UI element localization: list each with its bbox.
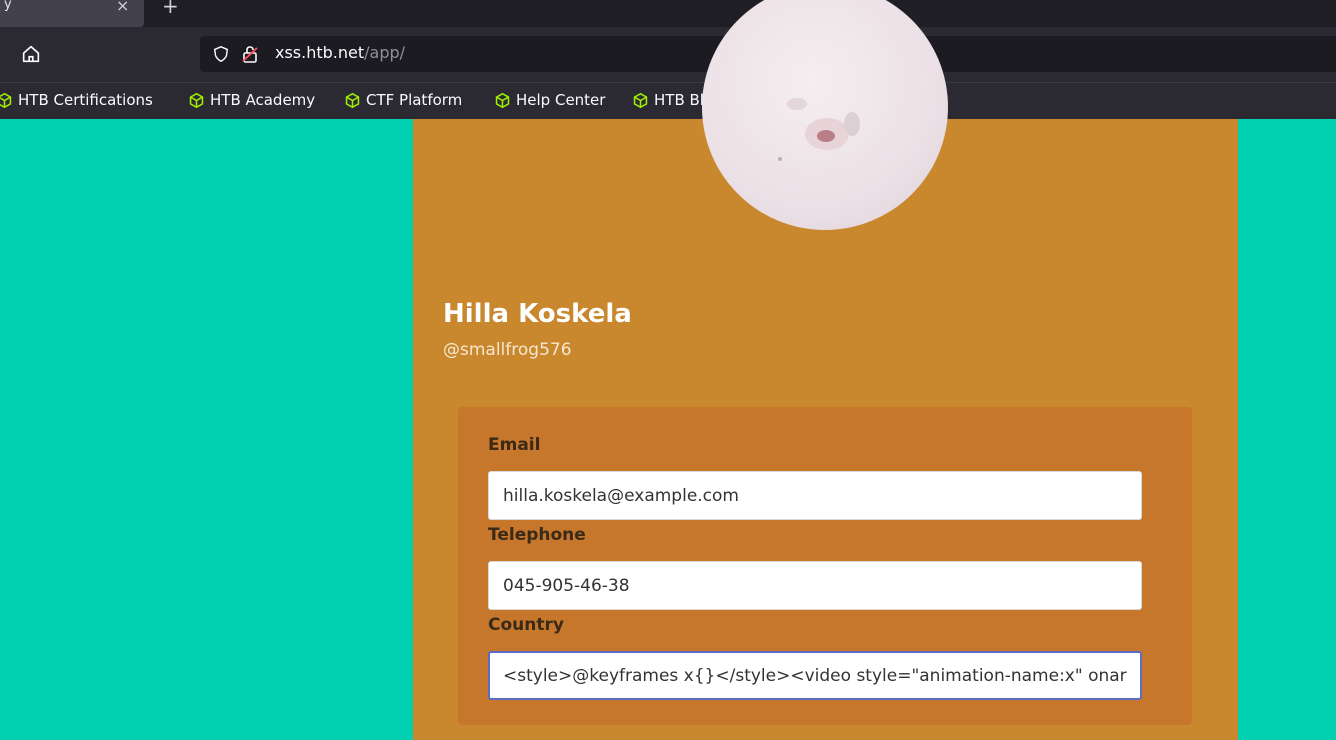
email-field[interactable] <box>488 471 1142 520</box>
bookmark-label: HTB Academy <box>210 91 316 109</box>
tab-strip: y × + <box>0 0 1336 27</box>
url-text[interactable]: xss.htb.net/app/ <box>275 43 405 62</box>
bookmarks-toolbar: HTB Certifications HTB Academy CTF Platf… <box>0 82 1336 119</box>
profile-card: Hilla Koskela @smallfrog576 Email Teleph… <box>413 0 1238 740</box>
htb-cube-icon <box>633 92 648 108</box>
bookmark-htb-academy[interactable]: HTB Academy <box>188 89 315 111</box>
home-icon[interactable] <box>20 43 42 65</box>
bookmark-label: CTF Platform <box>366 91 463 109</box>
bookmark-label: Help Center <box>516 91 606 109</box>
close-tab-icon[interactable]: × <box>116 0 129 15</box>
country-field[interactable] <box>488 651 1142 700</box>
new-tab-button[interactable]: + <box>162 0 179 18</box>
profile-name: Hilla Koskela <box>443 299 632 329</box>
country-label: Country <box>488 615 564 635</box>
url-path: /app/ <box>364 43 406 62</box>
bookmark-label: HTB Certifications <box>18 91 153 109</box>
navigation-bar: xss.htb.net/app/ <box>0 27 1336 82</box>
htb-cube-icon <box>0 92 12 108</box>
htb-cube-icon <box>345 92 360 108</box>
bookmark-ctf-platform[interactable]: CTF Platform <box>344 89 462 111</box>
telephone-field[interactable] <box>488 561 1142 610</box>
email-label: Email <box>488 435 541 455</box>
bookmark-htb-certifications[interactable]: HTB Certifications <box>0 89 153 111</box>
contact-form-panel: Email Telephone Country <box>458 407 1192 725</box>
insecure-lock-icon[interactable] <box>240 44 260 64</box>
profile-handle: @smallfrog576 <box>443 340 572 360</box>
avatar-photo <box>778 98 860 161</box>
telephone-label: Telephone <box>488 525 586 545</box>
tab-title: y <box>4 0 12 12</box>
browser-tab[interactable]: y × <box>0 0 144 27</box>
url-host: xss.htb.net <box>275 43 365 62</box>
avatar <box>702 0 948 230</box>
htb-cube-icon <box>495 92 510 108</box>
shield-icon[interactable] <box>212 45 230 63</box>
htb-cube-icon <box>189 92 204 108</box>
bookmark-help-center[interactable]: Help Center <box>494 89 605 111</box>
